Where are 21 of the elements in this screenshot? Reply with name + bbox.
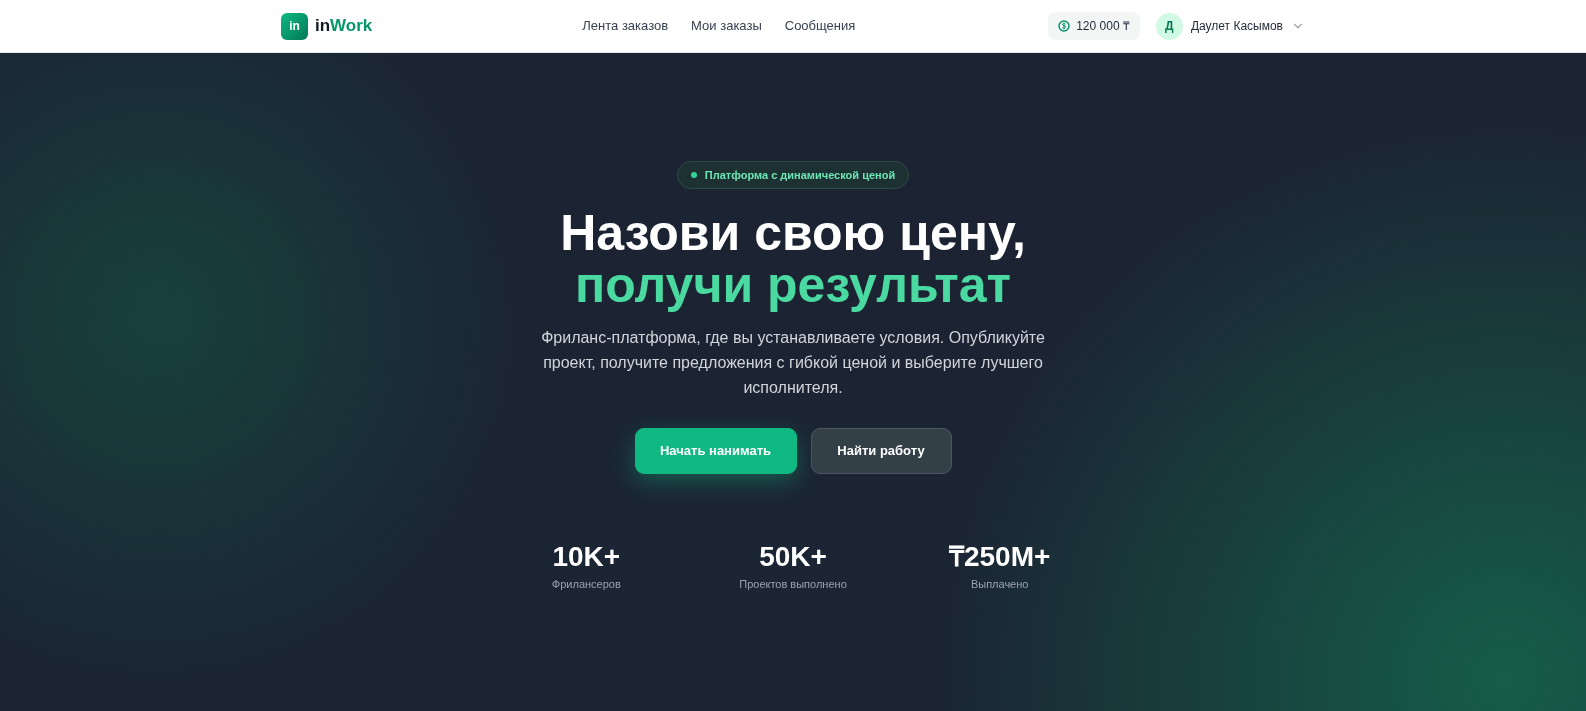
hero-title: Назови свою цену, [560, 207, 1026, 259]
find-work-button[interactable]: Найти работу [810, 428, 952, 474]
badge-text: Платформа с динамической ценой [704, 167, 896, 183]
balance-amount: 120 000 ₸ [1076, 18, 1130, 35]
nav-link[interactable]: Лента заказов [582, 16, 669, 36]
hero-subtitle: Фриланс-платформа, где вы устанавливаете условия. Опубликуйте проект, получите предложения с гибкой ценой и выберите лучшего исполнителя. [540, 328, 1046, 398]
user-name[interactable]: Даулет Касымов [1190, 17, 1283, 35]
user-avatar[interactable]: Д [1155, 12, 1183, 40]
stat-value: ₸250M+ [948, 540, 1051, 574]
stat-label: Проектов выполнено [739, 577, 847, 592]
nav-link[interactable]: Мои заказы [691, 16, 762, 36]
balance-chip[interactable]: 120 000 ₸ [1048, 12, 1140, 40]
stat-label: Выплачено [970, 577, 1029, 592]
stat-label: Фрилансеров [551, 577, 621, 592]
coin-icon [1058, 20, 1071, 32]
nav-link[interactable]: Сообщения [784, 16, 856, 36]
logo-mark[interactable]: in [281, 12, 308, 40]
logo-text[interactable]: inWork [315, 13, 373, 39]
stat-value: 50K+ [759, 540, 827, 574]
hero-title-accent: получи результат [573, 259, 1012, 311]
stat-value: 10K+ [552, 540, 621, 574]
